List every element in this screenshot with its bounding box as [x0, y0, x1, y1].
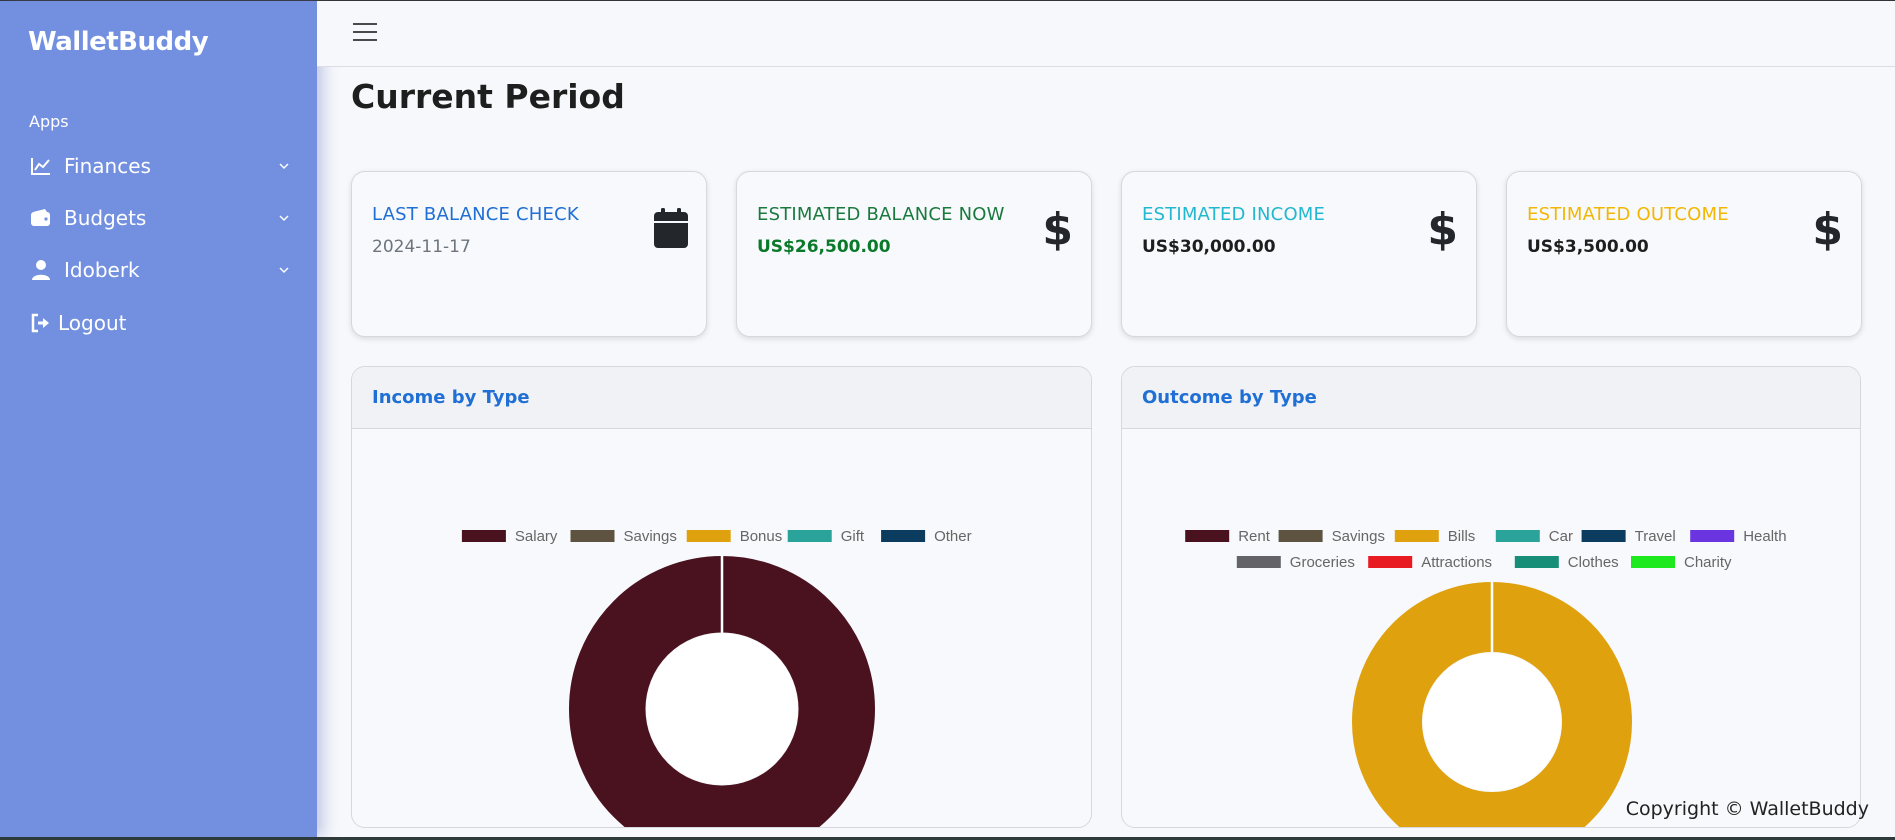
legend-item[interactable]: Groceries — [1236, 554, 1355, 571]
sidebar-item-label: Budgets — [64, 206, 147, 230]
sidebar-item-logout[interactable]: Logout — [30, 303, 292, 343]
legend-item[interactable]: Clothes — [1514, 554, 1619, 571]
legend-swatch — [787, 530, 832, 542]
legend-item[interactable]: Bonus — [686, 528, 783, 545]
income-donut-chart: Salary Savings Bonus Gift Other — [461, 528, 972, 827]
outcome-chart-panel: Outcome by Type Rent Savings Bills Car Trave… — [1121, 366, 1861, 828]
panel-header: Outcome by Type — [1122, 367, 1860, 429]
legend-item[interactable]: Charity — [1631, 554, 1732, 571]
sidebar-item-finances[interactable]: Finances — [30, 146, 292, 186]
card-estimated-balance: ESTIMATED BALANCE NOW US$26,500.00 $ — [736, 171, 1092, 337]
dollar-icon: $ — [1427, 204, 1458, 255]
chevron-down-icon — [279, 163, 289, 170]
sidebar-item-label: Logout — [58, 311, 127, 335]
legend-label: Health — [1743, 528, 1786, 545]
calendar-icon — [654, 208, 688, 253]
legend-swatch — [1514, 556, 1559, 568]
card-title: LAST BALANCE CHECK — [372, 204, 579, 225]
donut-hole — [1423, 653, 1561, 791]
legend-swatch — [1236, 556, 1281, 568]
donut-hole — [646, 633, 798, 785]
card-estimated-income: ESTIMATED INCOME US$30,000.00 $ — [1121, 171, 1477, 337]
card-title: ESTIMATED INCOME — [1142, 204, 1326, 225]
card-value: US$30,000.00 — [1142, 237, 1276, 257]
legend-item[interactable]: Salary — [461, 528, 558, 545]
legend-label: Bonus — [740, 528, 783, 545]
card-title: ESTIMATED OUTCOME — [1527, 204, 1729, 225]
sidebar-section-label: Apps — [29, 112, 69, 131]
top-bar — [317, 1, 1895, 67]
brand-logo[interactable]: WalletBuddy — [28, 27, 209, 57]
legend-swatch — [1495, 530, 1540, 542]
outcome-donut-chart: Rent Savings Bills Car Travel Health Groceries… — [1185, 528, 1787, 827]
chevron-down-icon — [279, 215, 289, 222]
legend-swatch — [1581, 530, 1626, 542]
legend-swatch — [881, 530, 926, 542]
sidebar-item-label: Finances — [64, 154, 151, 178]
legend-swatch — [686, 530, 731, 542]
legend-item[interactable]: Attractions — [1368, 554, 1492, 571]
wallet-icon — [30, 207, 52, 229]
legend-item[interactable]: Savings — [1278, 528, 1385, 545]
legend-label: Groceries — [1290, 554, 1355, 571]
legend-label: Other — [934, 528, 972, 545]
legend-label: Car — [1549, 528, 1573, 545]
card-value: US$26,500.00 — [757, 237, 891, 257]
legend-swatch — [1631, 556, 1675, 568]
legend-swatch — [1278, 530, 1323, 542]
legend-label: Charity — [1684, 554, 1732, 571]
legend-item[interactable]: Travel — [1581, 528, 1676, 545]
card-last-balance-check: LAST BALANCE CHECK 2024-11-17 — [351, 171, 707, 337]
legend-swatch — [570, 530, 615, 542]
legend-item[interactable]: Bills — [1394, 528, 1476, 545]
legend-label: Salary — [515, 528, 558, 545]
footer-copyright: Copyright © WalletBuddy — [1625, 798, 1869, 820]
user-icon — [30, 259, 52, 281]
panel-title: Income by Type — [372, 387, 530, 408]
panel-header: Income by Type — [352, 367, 1091, 429]
legend-label: Savings — [1332, 528, 1385, 545]
legend-label: Clothes — [1568, 554, 1619, 571]
card-estimated-outcome: ESTIMATED OUTCOME US$3,500.00 $ — [1506, 171, 1862, 337]
card-title: ESTIMATED BALANCE NOW — [757, 204, 1005, 225]
sidebar-item-budgets[interactable]: Budgets — [30, 198, 292, 238]
line-chart-icon — [30, 155, 52, 177]
card-value: US$3,500.00 — [1527, 237, 1649, 257]
legend-swatch — [1394, 530, 1439, 542]
chevron-down-icon — [279, 267, 289, 274]
sidebar-item-user[interactable]: Idoberk — [30, 250, 292, 290]
card-value: 2024-11-17 — [372, 237, 471, 257]
legend-label: Bills — [1448, 528, 1476, 545]
legend-swatch — [1185, 530, 1230, 542]
legend-swatch — [1690, 530, 1735, 542]
legend-item[interactable]: Savings — [570, 528, 677, 545]
income-chart-panel: Income by Type Salary Savings Bonus Gift Oth… — [351, 366, 1092, 828]
sidebar: WalletBuddy Apps Finances Budgets Idober… — [0, 1, 317, 837]
legend-label: Attractions — [1421, 554, 1492, 571]
legend-item[interactable]: Health — [1690, 528, 1787, 545]
legend-label: Savings — [624, 528, 677, 545]
panel-title: Outcome by Type — [1142, 387, 1317, 408]
legend-swatch — [1368, 556, 1413, 568]
dollar-icon: $ — [1042, 204, 1073, 255]
page-title: Current Period — [351, 77, 625, 116]
legend-label: Gift — [841, 528, 865, 545]
legend-item[interactable]: Rent — [1185, 528, 1271, 545]
legend-label: Rent — [1238, 528, 1271, 545]
legend-item[interactable]: Gift — [787, 528, 865, 545]
legend-item[interactable]: Car — [1495, 528, 1573, 545]
dollar-icon: $ — [1812, 204, 1843, 255]
hamburger-icon[interactable] — [353, 23, 377, 43]
logout-icon — [30, 312, 52, 334]
legend-label: Travel — [1635, 528, 1676, 545]
legend-swatch — [461, 530, 506, 542]
sidebar-item-label: Idoberk — [64, 258, 140, 282]
legend-item[interactable]: Other — [881, 528, 972, 545]
